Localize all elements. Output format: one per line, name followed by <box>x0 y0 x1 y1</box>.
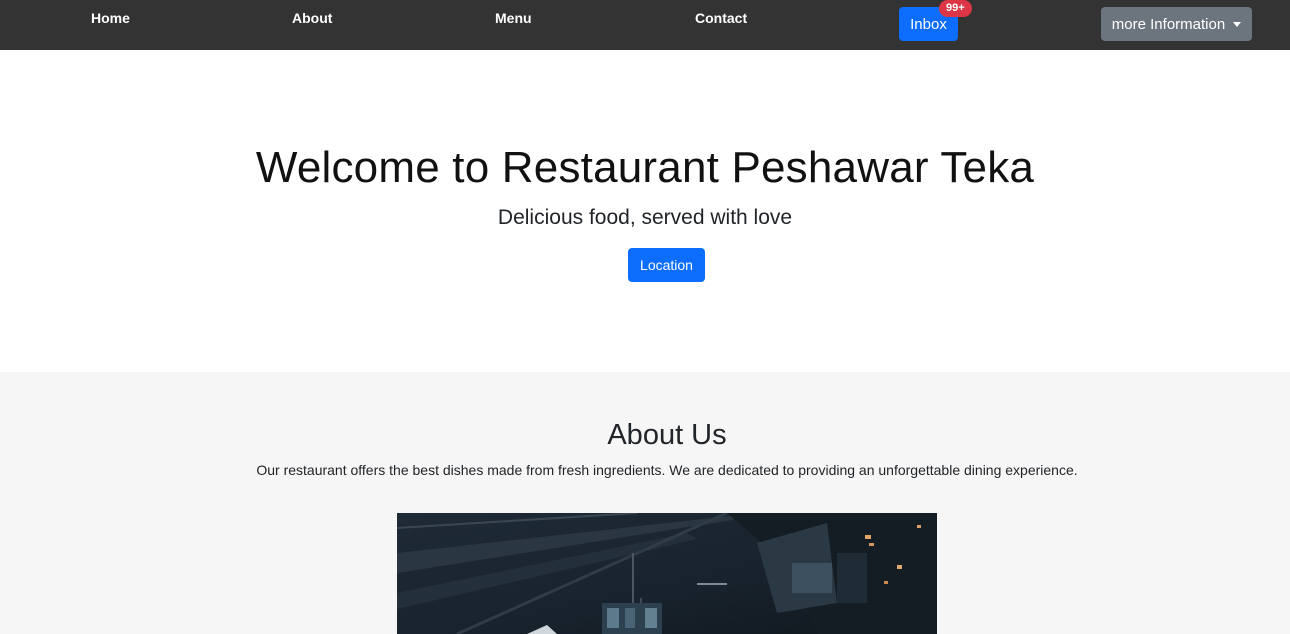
nav-about-link[interactable]: About <box>292 10 332 26</box>
navbar: Home About Menu Contact Inbox 99+ more I… <box>0 0 1290 50</box>
hero-section: Welcome to Restaurant Peshawar Teka Deli… <box>0 50 1290 372</box>
inbox-button-label: Inbox <box>910 15 947 33</box>
about-description: Our restaurant offers the best dishes ma… <box>256 462 1078 478</box>
about-title: About Us <box>607 419 727 451</box>
caret-down-icon <box>1233 21 1242 27</box>
hero-subtitle: Delicious food, served with love <box>497 206 793 229</box>
nav-home-link[interactable]: Home <box>91 10 130 26</box>
inbox-count-badge: 99+ <box>939 0 972 17</box>
about-section: About Us Our restaurant offers the best … <box>0 372 1290 634</box>
nav-contact-link[interactable]: Contact <box>695 10 747 26</box>
location-button[interactable]: Location <box>628 248 705 282</box>
more-information-dropdown[interactable]: more Information <box>1101 7 1252 41</box>
restaurant-photo <box>397 513 937 634</box>
nav-menu-link[interactable]: Menu <box>495 10 532 26</box>
dropdown-label: more Information <box>1111 15 1226 33</box>
hero-title: Welcome to Restaurant Peshawar Teka <box>255 143 1035 192</box>
